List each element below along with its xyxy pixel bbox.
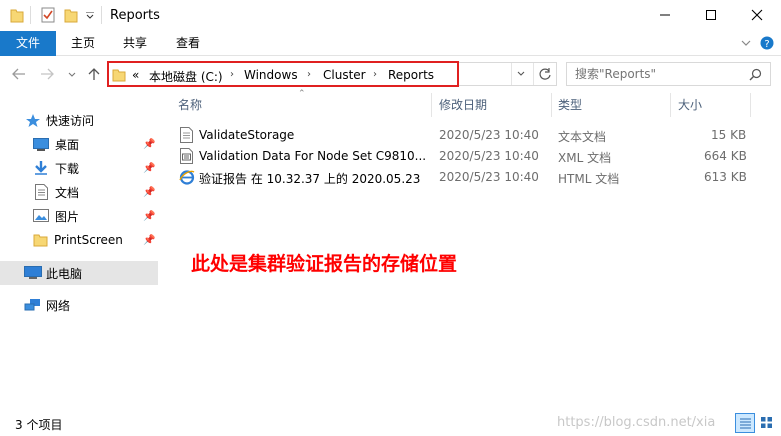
file-type: XML 文档 (558, 151, 612, 165)
details-view-icon (740, 418, 751, 429)
back-arrow-icon[interactable] (12, 68, 26, 80)
sidebar-item-label: 网络 (46, 298, 71, 313)
sort-ascending-icon: ⌃ (298, 89, 306, 99)
close-button[interactable] (734, 0, 780, 30)
properties-icon[interactable] (41, 7, 55, 23)
file-type: HTML 文档 (558, 172, 620, 186)
item-count: 3 个项目 (15, 418, 63, 432)
large-icons-view-icon (761, 417, 772, 428)
navigation-pane: 快速访问 桌面 📌 下载 📌 文档 📌 图片 📌 PrintScreen 📌 此… (0, 91, 158, 409)
sidebar-item-downloads[interactable]: 下载 📌 (0, 156, 158, 180)
title-bar: Reports (0, 0, 781, 31)
tab-share[interactable]: 共享 (115, 31, 155, 56)
sidebar-item-label: 快速访问 (46, 113, 95, 128)
file-date: 2020/5/23 10:40 (439, 128, 539, 142)
desktop-icon (33, 138, 49, 151)
minimize-icon (660, 14, 670, 16)
folder-icon (10, 9, 24, 23)
sidebar-item-desktop[interactable]: 桌面 📌 (0, 132, 158, 156)
maximize-button[interactable] (688, 0, 734, 30)
forward-arrow-icon[interactable] (40, 68, 54, 80)
sidebar-item-label: PrintScreen (54, 233, 123, 247)
column-divider[interactable] (670, 93, 671, 117)
file-row[interactable]: 验证报告 在 10.32.37 上的 2020.05.23 2020/5/23 … (170, 167, 781, 188)
sidebar-item-label: 此电脑 (46, 266, 83, 281)
sidebar-item-label: 文档 (55, 185, 80, 200)
pin-icon[interactable]: 📌 (143, 235, 155, 246)
document-icon (35, 184, 48, 200)
status-bar: 3 个项目 https://blog.csdn.net/xia (0, 411, 781, 436)
pictures-icon (33, 209, 49, 222)
ie-html-icon (179, 170, 195, 185)
column-divider[interactable] (750, 93, 751, 117)
text-file-icon (180, 127, 193, 143)
sidebar-item-quick-access[interactable]: 快速访问 (0, 108, 158, 132)
folder-icon (33, 234, 48, 247)
sidebar-item-network[interactable]: 网络 (0, 293, 158, 317)
column-divider[interactable] (551, 93, 552, 117)
pin-icon[interactable]: 📌 (143, 187, 155, 198)
customize-toolbar-icon[interactable] (86, 12, 94, 20)
search-box[interactable] (566, 62, 771, 86)
column-header-size[interactable]: 大小 (678, 96, 702, 113)
column-header-name[interactable]: 名称 (178, 96, 202, 113)
expand-ribbon-icon[interactable] (741, 39, 751, 47)
tab-view[interactable]: 查看 (168, 31, 208, 56)
file-name: ValidateStorage (199, 128, 295, 142)
file-date: 2020/5/23 10:40 (439, 149, 539, 163)
pin-icon[interactable]: 📌 (143, 163, 155, 174)
file-row[interactable]: ValidateStorage 2020/5/23 10:40 文本文档 15 … (170, 125, 781, 146)
help-icon[interactable]: ? (760, 36, 774, 50)
address-highlight-box (107, 61, 459, 87)
column-divider[interactable] (431, 93, 432, 117)
pin-icon[interactable]: 📌 (143, 211, 155, 222)
sidebar-item-documents[interactable]: 文档 📌 (0, 180, 158, 204)
annotation-text: 此处是集群验证报告的存储位置 (191, 253, 458, 275)
network-icon (24, 299, 40, 311)
close-icon (751, 9, 763, 21)
star-icon (26, 114, 40, 127)
file-name: Validation Data For Node Set C9810... (199, 149, 427, 163)
ribbon-tabs: 文件 主页 共享 查看 ? (0, 31, 781, 56)
svg-text:?: ? (764, 39, 769, 50)
column-header-type[interactable]: 类型 (558, 96, 582, 113)
window-title: Reports (110, 8, 160, 23)
sidebar-item-this-pc[interactable]: 此电脑 (0, 261, 158, 285)
tab-home[interactable]: 主页 (63, 31, 103, 56)
address-dropdown-icon[interactable] (517, 71, 525, 77)
file-type: 文本文档 (558, 130, 607, 144)
tab-file[interactable]: 文件 (0, 31, 56, 56)
details-view-button[interactable] (735, 413, 755, 433)
download-icon (35, 161, 47, 175)
xml-file-icon (180, 148, 193, 164)
sidebar-item-label: 桌面 (55, 137, 80, 152)
sidebar-item-label: 图片 (55, 209, 80, 224)
file-size: 15 KB (711, 128, 747, 142)
recent-locations-icon[interactable] (68, 72, 76, 78)
sidebar-item-printscreen[interactable]: PrintScreen 📌 (0, 228, 158, 252)
watermark-text: https://blog.csdn.net/xia (557, 415, 716, 430)
address-row: « 本地磁盘 (C:) › Windows › Cluster › Report… (0, 57, 781, 91)
file-size: 664 KB (704, 149, 747, 163)
large-icons-view-button[interactable] (757, 413, 777, 433)
file-date: 2020/5/23 10:40 (439, 170, 539, 184)
sidebar-item-label: 下载 (55, 161, 80, 176)
column-header-date[interactable]: 修改日期 (439, 96, 487, 113)
search-input[interactable] (575, 67, 745, 81)
file-size: 613 KB (704, 170, 747, 184)
up-arrow-icon[interactable] (88, 67, 100, 81)
pin-icon[interactable]: 📌 (143, 139, 155, 150)
file-name: 验证报告 在 10.32.37 上的 2020.05.23 (199, 172, 421, 186)
refresh-icon[interactable] (538, 67, 552, 81)
search-icon[interactable] (749, 68, 762, 81)
minimize-button[interactable] (642, 0, 688, 30)
sidebar-item-pictures[interactable]: 图片 📌 (0, 204, 158, 228)
file-row[interactable]: Validation Data For Node Set C9810... 20… (170, 146, 781, 167)
computer-icon (24, 266, 42, 279)
new-folder-icon[interactable] (64, 7, 78, 23)
maximize-icon (706, 10, 716, 20)
